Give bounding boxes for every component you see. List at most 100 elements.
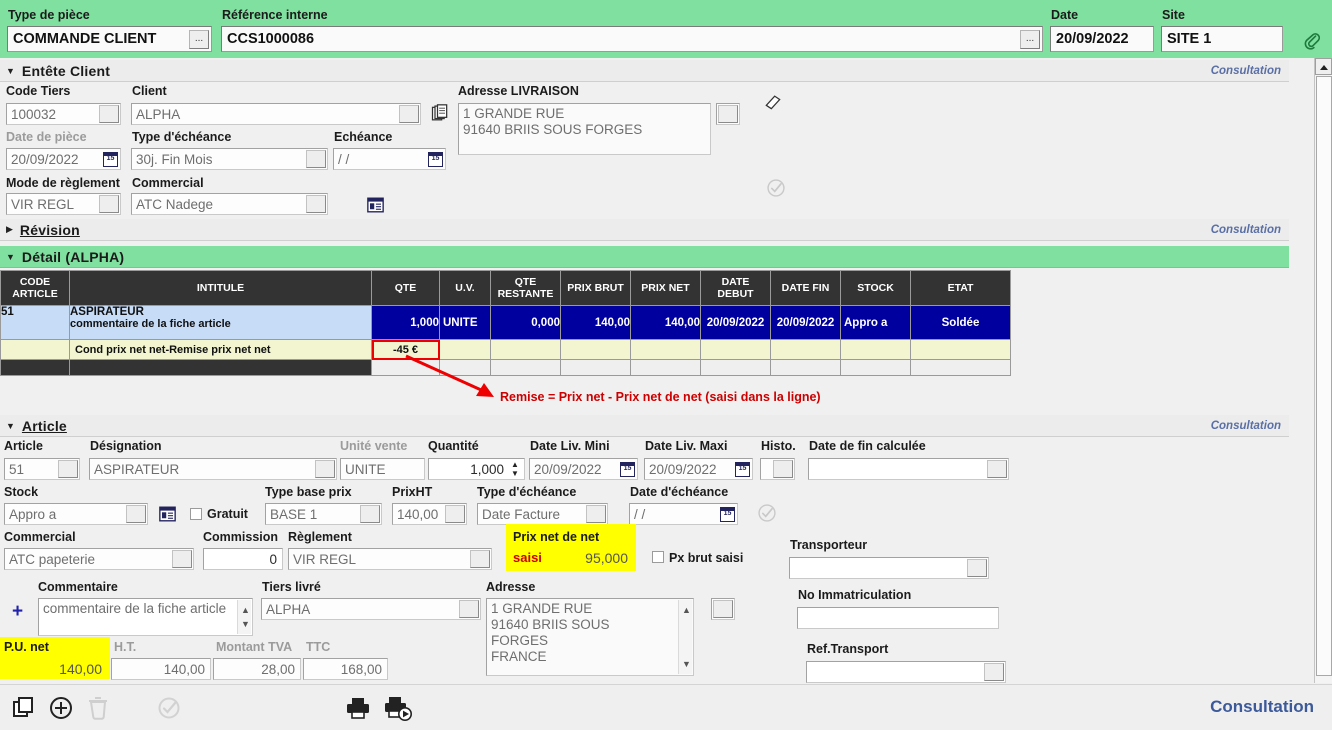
adresse-livraison-browse-square[interactable] xyxy=(718,105,738,123)
commentaire-field[interactable]: commentaire de la fiche article ▲ ▼ xyxy=(38,598,253,636)
date-echeance-field[interactable]: / / 15 xyxy=(629,503,738,525)
cell-prix-net: 140,00 xyxy=(631,306,701,340)
cell-code-article xyxy=(1,340,70,360)
histo-browse-button[interactable] xyxy=(773,460,793,478)
adresse-field[interactable]: 1 GRANDE RUE 91640 BRIIS SOUS FORGES FRA… xyxy=(486,598,694,676)
mode-reglement-browse-button[interactable] xyxy=(99,195,119,213)
section-header-detail[interactable]: ▼ Détail (ALPHA) xyxy=(0,246,1289,268)
mode-reglement-field[interactable]: VIR REGL xyxy=(6,193,121,215)
reference-interne-field[interactable]: CCS1000086 ... xyxy=(221,26,1043,52)
commercial-article-browse-button[interactable] xyxy=(172,550,192,568)
calendar-icon[interactable]: 15 xyxy=(103,152,118,167)
address-book-icon[interactable] xyxy=(763,92,783,112)
quantite-stepper[interactable]: ▲▼ xyxy=(507,460,523,479)
px-brut-saisi-checkbox[interactable] xyxy=(652,551,664,563)
gratuit-checkbox[interactable] xyxy=(190,508,202,520)
add-circle-icon[interactable] xyxy=(49,696,73,720)
copy-pages-icon[interactable] xyxy=(430,104,450,124)
reglement-field[interactable]: VIR REGL xyxy=(288,548,492,570)
duplicate-icon[interactable] xyxy=(12,696,36,720)
type-base-prix-browse-button[interactable] xyxy=(360,505,380,523)
scroll-down-icon[interactable]: ▼ xyxy=(682,656,691,672)
paperclip-icon[interactable] xyxy=(1300,31,1322,53)
commercial-browse-button[interactable] xyxy=(306,195,326,213)
transporteur-browse-button[interactable] xyxy=(967,559,987,577)
date-liv-maxi-field[interactable]: 20/09/2022 15 xyxy=(644,458,753,480)
type-echeance-browse-button[interactable] xyxy=(306,150,326,168)
type-piece-browse-button[interactable]: ... xyxy=(189,30,209,49)
px-brut-saisi-label: Px brut saisi xyxy=(669,551,743,565)
cell-date-debut xyxy=(701,340,771,360)
type-piece-field[interactable]: COMMANDE CLIENT ... xyxy=(7,26,212,52)
no-immatriculation-field[interactable] xyxy=(797,607,999,629)
stock-field[interactable]: Appro a xyxy=(4,503,148,525)
scroll-down-icon[interactable]: ▼ xyxy=(241,616,250,632)
calendar-icon[interactable]: 15 xyxy=(428,152,443,167)
article-browse-button[interactable] xyxy=(58,460,78,478)
cell-etat: Soldée xyxy=(911,306,1011,340)
adresse-scrollbar[interactable]: ▲ ▼ xyxy=(678,600,692,674)
type-echeance-field[interactable]: 30j. Fin Mois xyxy=(131,148,328,170)
scroll-track[interactable] xyxy=(1316,76,1332,676)
date-liv-mini-field[interactable]: 20/09/2022 15 xyxy=(529,458,638,480)
type-echeance-article-browse-button[interactable] xyxy=(586,505,606,523)
commercial-article-field[interactable]: ATC papeterie xyxy=(4,548,194,570)
section-header-revision[interactable]: ▶ Révision Consultation xyxy=(0,219,1289,241)
reference-interne-browse-button[interactable]: ... xyxy=(1020,30,1040,49)
commission-field[interactable]: 0 xyxy=(203,548,283,570)
prixht-browse-button[interactable] xyxy=(445,505,465,523)
table-row[interactable]: 51 ASPIRATEUR commentaire de la fiche ar… xyxy=(1,306,1011,340)
section-header-article[interactable]: ▼ Article Consultation xyxy=(0,415,1289,437)
prixht-field[interactable]: 140,00 xyxy=(392,503,467,525)
scroll-up-button[interactable] xyxy=(1315,58,1332,75)
add-comment-icon[interactable]: + xyxy=(12,601,23,623)
adresse-label: Adresse xyxy=(486,580,535,594)
reglement-browse-button[interactable] xyxy=(470,550,490,568)
transporteur-field[interactable] xyxy=(789,557,989,579)
date-field[interactable]: 20/09/2022 xyxy=(1050,26,1154,52)
adresse-livraison-browse-button[interactable] xyxy=(716,103,740,125)
commercial-field[interactable]: ATC Nadege xyxy=(131,193,328,215)
article-field[interactable]: 51 xyxy=(4,458,80,480)
montant-tva-label: Montant TVA xyxy=(216,640,292,654)
designation-field[interactable]: ASPIRATEUR xyxy=(89,458,337,480)
date-fin-calculee-field[interactable] xyxy=(808,458,1009,480)
unite-vente-field[interactable]: UNITE xyxy=(340,458,425,480)
ref-transport-field[interactable] xyxy=(806,661,1006,683)
calendar-icon[interactable]: 15 xyxy=(735,462,750,477)
date-piece-field[interactable]: 20/09/2022 15 xyxy=(6,148,121,170)
section-header-entete-client[interactable]: ▼ Entête Client Consultation xyxy=(0,60,1289,82)
tiers-livre-browse-button[interactable] xyxy=(459,600,479,618)
id-card-icon[interactable] xyxy=(367,197,384,213)
echeance-field[interactable]: / / 15 xyxy=(333,148,446,170)
ref-transport-browse-button[interactable] xyxy=(984,663,1004,681)
ht-value: 140,00 xyxy=(160,662,210,677)
stock-card-icon[interactable] xyxy=(159,506,176,522)
calendar-icon[interactable]: 15 xyxy=(620,462,635,477)
calendar-icon[interactable]: 15 xyxy=(720,507,735,522)
commercial-value: ATC Nadege xyxy=(132,197,213,212)
adresse-browse-square[interactable] xyxy=(713,600,733,618)
tiers-livre-field[interactable]: ALPHA xyxy=(261,598,481,620)
adresse-livraison-field[interactable]: 1 GRANDE RUE 91640 BRIIS SOUS FORGES xyxy=(458,103,711,155)
client-browse-button[interactable] xyxy=(399,105,419,123)
print-preview-icon[interactable] xyxy=(384,696,414,722)
quantite-field[interactable]: 1,000 ▲▼ xyxy=(428,458,525,480)
date-liv-maxi-value: 20/09/2022 xyxy=(645,462,717,477)
site-field[interactable]: SITE 1 xyxy=(1161,26,1283,52)
type-base-prix-field[interactable]: BASE 1 xyxy=(265,503,382,525)
code-tiers-field[interactable]: 100032 xyxy=(6,103,121,125)
montant-tva-field: 28,00 xyxy=(213,658,301,680)
code-tiers-browse-button[interactable] xyxy=(99,105,119,123)
commentaire-scrollbar[interactable]: ▲ ▼ xyxy=(237,600,251,634)
client-field[interactable]: ALPHA xyxy=(131,103,421,125)
type-echeance-article-field[interactable]: Date Facture xyxy=(477,503,608,525)
main-vertical-scrollbar[interactable] xyxy=(1314,58,1332,683)
adresse-browse-button[interactable] xyxy=(711,598,735,620)
stock-browse-button[interactable] xyxy=(126,505,146,523)
print-icon[interactable] xyxy=(345,696,371,720)
scroll-up-icon[interactable]: ▲ xyxy=(682,602,691,618)
histo-field[interactable] xyxy=(760,458,795,480)
designation-browse-button[interactable] xyxy=(315,460,335,478)
date-fin-calculee-browse-button[interactable] xyxy=(987,460,1007,478)
